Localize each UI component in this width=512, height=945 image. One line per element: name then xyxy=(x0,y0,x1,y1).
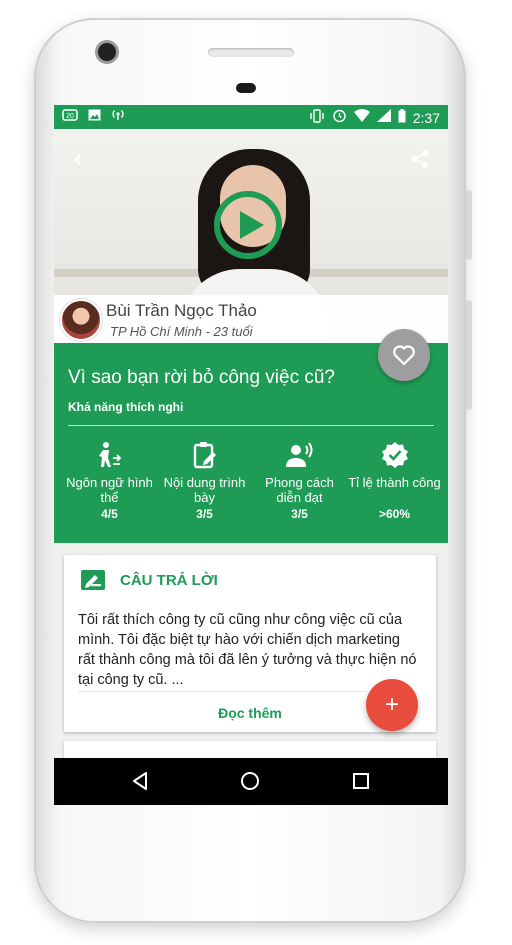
metric-label: Phong cách diễn đạt xyxy=(265,475,334,505)
metric-success-rate: Tỉ lệ thành công >60% xyxy=(347,441,442,521)
question-title: Vì sao bạn rời bỏ công việc cũ? xyxy=(68,367,336,388)
volume-button xyxy=(466,190,472,260)
body-language-icon xyxy=(98,442,121,467)
wifi-icon xyxy=(353,109,370,126)
power-button xyxy=(466,300,472,410)
favorite-button[interactable] xyxy=(378,329,430,381)
metric-value: >60% xyxy=(378,507,411,521)
metric-value: 3/5 xyxy=(291,507,308,521)
answer-title: CÂU TRẢ LỜI xyxy=(120,571,218,589)
skill-label: Khả năng thích nghi xyxy=(68,400,184,414)
clipboard-edit-icon xyxy=(193,442,216,469)
battery-icon xyxy=(398,108,406,127)
earpiece-speaker xyxy=(208,48,294,57)
back-icon[interactable]: ‹ xyxy=(74,147,82,171)
video-player[interactable]: ‹ Bùi Trần Ngọc Thảo TP Hồ Chí Minh - 23… xyxy=(54,129,448,349)
status-bar: 20 2:37 xyxy=(54,105,448,129)
metric-content: Nội dung trình bày 3/5 xyxy=(157,441,252,521)
profile-name: Bùi Trần Ngọc Thảo xyxy=(106,301,257,320)
answer-header: CÂU TRẢ LỜI xyxy=(80,569,218,591)
answer-text: Tôi rất thích công ty cũ cũng như công v… xyxy=(78,612,417,688)
front-camera xyxy=(98,43,116,61)
question-panel: Vì sao bạn rời bỏ công việc cũ? Khả năng… xyxy=(54,329,448,543)
back-triangle-icon[interactable] xyxy=(131,771,151,791)
home-circle-icon[interactable] xyxy=(240,771,260,791)
status-time: 2:37 xyxy=(412,109,440,126)
recents-square-icon[interactable] xyxy=(351,771,371,791)
signal-icon xyxy=(376,109,391,126)
metric-body-language: Ngôn ngữ hình thể 4/5 xyxy=(62,441,157,521)
notification-icon: 20 xyxy=(62,109,78,125)
add-fab-button[interactable]: + xyxy=(366,679,418,731)
metric-label: Ngôn ngữ hình thể xyxy=(66,475,153,505)
play-icon[interactable] xyxy=(212,189,284,261)
metric-expression: Phong cách diễn đạt 3/5 xyxy=(252,441,347,521)
edit-note-icon xyxy=(81,570,105,590)
metric-value: 4/5 xyxy=(101,507,118,521)
speaker-person-icon xyxy=(285,442,312,467)
share-icon[interactable] xyxy=(410,149,430,174)
card-divider xyxy=(78,691,368,692)
radio-icon xyxy=(111,109,125,125)
heart-outline-icon xyxy=(393,345,415,366)
app-screen: 20 2:37 ‹ Bùi Trần Ngọc Thảo TP Hồ Chí M… xyxy=(54,105,448,805)
metric-value: 3/5 xyxy=(196,507,213,521)
proximity-sensor xyxy=(236,83,256,93)
profile-subtitle: TP Hồ Chí Minh - 23 tuổi xyxy=(110,324,253,339)
avatar[interactable] xyxy=(60,299,102,341)
image-icon xyxy=(88,109,101,125)
navigation-bar xyxy=(54,758,448,805)
verified-badge-icon xyxy=(381,442,408,468)
alarm-icon xyxy=(332,108,347,127)
panel-divider xyxy=(68,425,434,426)
metric-label: Tỉ lệ thành công xyxy=(348,475,441,490)
metrics-row: Ngôn ngữ hình thể 4/5 Nội dung trình bày… xyxy=(62,441,442,521)
svg-text:20: 20 xyxy=(66,113,74,120)
vibrate-icon xyxy=(309,108,325,127)
metric-label: Nội dung trình bày xyxy=(163,475,246,505)
